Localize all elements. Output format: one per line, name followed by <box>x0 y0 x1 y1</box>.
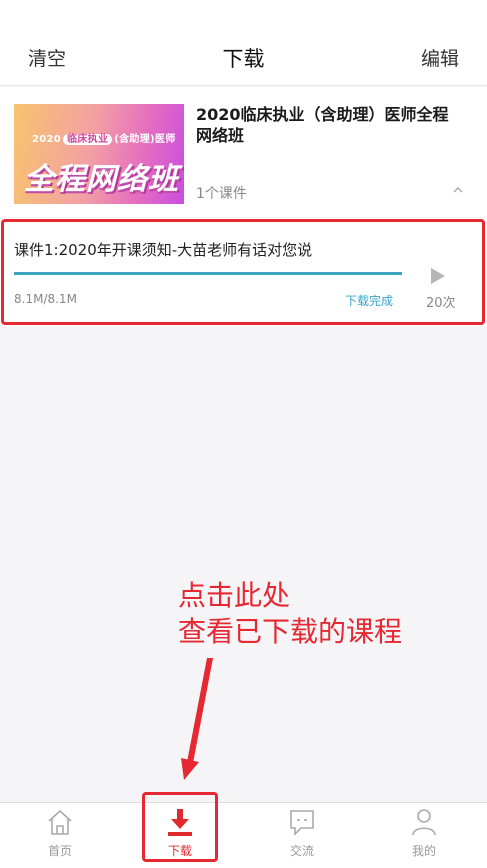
lesson-count: 1个课件 <box>196 186 247 202</box>
annotation-line-1: 点击此处 <box>178 579 291 612</box>
course-thumbnail: 2020 临床执业 (含助理)医师 全程网络班 <box>14 104 184 204</box>
course-title: 2020临床执业（含助理）医师全程网络班 <box>196 105 449 145</box>
page-title: 下载 <box>222 47 265 71</box>
top-bar: 清空 下载 编辑 <box>0 0 487 86</box>
bottom-tab-bar: 首页 下载 交流 我的 <box>0 802 487 868</box>
annotation-line-2: 查看已下载的课程 <box>178 615 403 648</box>
tab-chat[interactable]: 交流 <box>262 803 342 868</box>
chat-icon <box>290 810 314 836</box>
highlight-box-download-tab <box>142 792 218 862</box>
edit-button[interactable]: 编辑 <box>421 44 459 71</box>
home-icon <box>48 809 72 835</box>
tab-home[interactable]: 首页 <box>20 803 100 868</box>
chevron-up-icon[interactable] <box>452 184 464 199</box>
user-icon <box>412 809 436 836</box>
course-item[interactable]: 2020 临床执业 (含助理)医师 全程网络班 2020临床执业（含助理）医师全程网… <box>0 87 487 217</box>
thumbnail-tagline: 2020 临床执业 (含助理)医师 <box>32 134 176 145</box>
tab-profile[interactable]: 我的 <box>384 803 464 868</box>
tab-home-label: 首页 <box>47 844 72 858</box>
tab-chat-label: 交流 <box>289 844 314 858</box>
tab-profile-label: 我的 <box>411 844 436 858</box>
thumbnail-headline: 全程网络班 <box>24 162 179 197</box>
annotation-text: 点击此处 查看已下载的课程 <box>178 578 402 650</box>
highlight-box-lesson <box>1 219 485 325</box>
